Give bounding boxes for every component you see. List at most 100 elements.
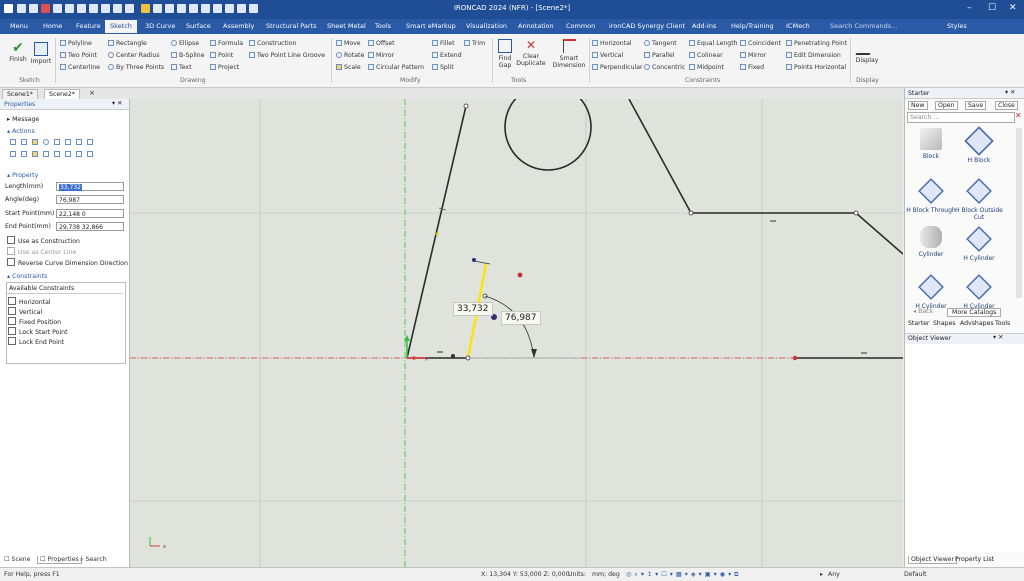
selection-filter[interactable]: Any	[828, 571, 840, 578]
mirror-constraint-button[interactable]: Mirror	[740, 52, 766, 59]
perpendicular-constraint-button[interactable]: Perpendicular	[592, 64, 643, 71]
catalog-item-h-cylinder-2[interactable]: H Cylinder	[905, 274, 957, 310]
coincident-constraint-button[interactable]: Coincident	[740, 40, 781, 47]
polyline-button[interactable]: Polyline	[60, 40, 92, 47]
tab-object-viewer[interactable]: Object Viewer	[908, 556, 958, 564]
constraint-lock-start[interactable]: Lock Start Point	[8, 327, 68, 336]
tab-tools[interactable]: Tools	[375, 22, 391, 30]
equal-length-constraint-button[interactable]: Equal Length	[689, 40, 738, 47]
tab-help-training[interactable]: Help/Training	[731, 22, 774, 30]
point-button[interactable]: Point	[210, 52, 233, 59]
bspline-button[interactable]: B-Spline	[171, 52, 205, 59]
style-selector[interactable]: Default	[904, 571, 927, 578]
tangent-constraint-button[interactable]: Tangent	[644, 40, 677, 47]
smart-dimension-button[interactable]: Smart Dimension	[550, 39, 588, 69]
tab-property-list[interactable]: Property List	[955, 556, 994, 563]
styles-menu[interactable]: Styles	[947, 22, 967, 30]
catalog-new-button[interactable]: New	[908, 101, 928, 110]
tab-visualization[interactable]: Visualization	[466, 22, 507, 30]
clear-duplicate-button[interactable]: ✕ Clear Duplicate	[516, 39, 546, 68]
sketch-viewport[interactable]: × x 33,732 76,987	[130, 99, 903, 567]
sketch-canvas[interactable]: × x	[130, 99, 903, 567]
ellipse-button[interactable]: Ellipse	[171, 40, 199, 47]
tab-feature[interactable]: Feature	[76, 22, 101, 30]
move-button[interactable]: Move	[336, 40, 361, 47]
bottom-tab-search[interactable]: ⌕ Search	[80, 556, 107, 564]
circle-tool-icon[interactable]	[43, 139, 49, 145]
tab-icmech[interactable]: ICMech	[786, 22, 810, 30]
find-gap-button[interactable]: Find Gap	[494, 39, 516, 69]
angle-dimension-label[interactable]: 76,987	[501, 311, 541, 325]
end-point-field[interactable]: 29,738 32,866	[56, 222, 124, 231]
catalog-tab-tools[interactable]: Tools	[995, 320, 1010, 327]
vertical-constraint-button[interactable]: Vertical	[592, 52, 623, 59]
close-tab-icon[interactable]: ×	[89, 89, 95, 97]
more-catalogs-button[interactable]: More Catalogs	[947, 308, 1002, 317]
catalog-search-input[interactable]: Search ...	[907, 112, 1015, 123]
mirror-button[interactable]: Mirror	[368, 52, 394, 59]
extend-tool-icon[interactable]	[21, 151, 27, 157]
bottom-tab-scene[interactable]: ☐ Scene	[4, 556, 30, 563]
concentric-constraint-button[interactable]: Concentric	[644, 64, 685, 71]
polyline-tool-icon[interactable]	[21, 139, 27, 145]
object-viewer-area[interactable]	[905, 344, 1024, 552]
catalog-item-h-cylinder[interactable]: H Cylinder	[953, 226, 1005, 262]
line-tool-icon[interactable]	[10, 139, 16, 145]
mirror-tool-icon[interactable]	[54, 151, 60, 157]
tab-menu[interactable]: Menu	[10, 22, 28, 30]
catalog-tab-advshapes[interactable]: Advshapes	[960, 320, 994, 327]
constraints-section[interactable]: ▴ Constraints	[7, 273, 47, 280]
close-button[interactable]: ✕	[1009, 3, 1017, 13]
maximize-button[interactable]: ☐	[988, 3, 996, 13]
catalog-pin-icon[interactable]: ▾ ✕	[1005, 89, 1015, 96]
colinear-constraint-button[interactable]: Colinear	[689, 52, 723, 59]
tab-synergy-client[interactable]: ironCAD Synergy Client	[609, 22, 685, 30]
catalog-save-button[interactable]: Save	[965, 101, 987, 110]
tab-smart-emarkup[interactable]: Smart eMarkup	[406, 22, 456, 30]
status-toolbar-icons[interactable]: ◎⌕▾↥▾☐▾▦▾◈▾▣▾◉▾⧉	[626, 571, 742, 579]
edit-dimension-button[interactable]: Edit Dimension	[786, 52, 841, 59]
tab-home[interactable]: Home	[43, 22, 62, 30]
catalog-item-cylinder[interactable]: Cylinder	[905, 226, 957, 258]
tab-annotation[interactable]: Annotation	[518, 22, 554, 30]
scale-button[interactable]: Scale	[336, 64, 361, 71]
minimize-button[interactable]: –	[967, 3, 972, 13]
catalog-item-block[interactable]: Block	[905, 128, 957, 160]
tab-structural-parts[interactable]: Structural Parts	[266, 22, 316, 30]
rectangle-tool-icon[interactable]	[32, 139, 38, 145]
split-button[interactable]: Split	[432, 64, 454, 71]
clear-search-icon[interactable]: ✕	[1015, 111, 1022, 120]
move-tool-icon[interactable]	[87, 151, 93, 157]
tangent-tool-icon[interactable]	[87, 139, 93, 145]
catalog-close-button[interactable]: Close	[995, 101, 1018, 110]
tab-add-ins[interactable]: Add-Ins	[692, 22, 716, 30]
property-section[interactable]: ▴ Property	[7, 172, 38, 179]
pin-icon[interactable]: ▾ ✕	[112, 100, 122, 107]
constraint-vertical[interactable]: Vertical	[8, 307, 42, 316]
catalog-open-button[interactable]: Open	[935, 101, 958, 110]
catalog-item-h-block-outside-cut[interactable]: H Block Outside Cut	[953, 178, 1005, 221]
formula-button[interactable]: Formula	[210, 40, 243, 47]
penetrating-point-button[interactable]: Penetrating Point	[786, 40, 847, 47]
two-point-button[interactable]: Two Point	[60, 52, 97, 59]
catalog-tab-starter[interactable]: Starter	[908, 320, 929, 327]
angle-field[interactable]: 76,987	[56, 195, 124, 204]
point-tool-icon[interactable]	[76, 139, 82, 145]
arc-tool-icon[interactable]	[54, 139, 60, 145]
project-button[interactable]: Project	[210, 64, 239, 71]
parallel-constraint-button[interactable]: Parallel	[644, 52, 675, 59]
circular-pattern-button[interactable]: Circular Pattern	[368, 64, 424, 71]
horizontal-constraint-button[interactable]: Horizontal	[592, 40, 632, 47]
tab-common[interactable]: Common	[566, 22, 595, 30]
center-radius-button[interactable]: Center Radius	[108, 52, 160, 59]
fixed-constraint-button[interactable]: Fixed	[740, 64, 764, 71]
constraint-fixed-position[interactable]: Fixed Position	[8, 317, 61, 326]
tab-surface[interactable]: Surface	[186, 22, 211, 30]
use-as-construction-checkbox[interactable]: Use as Construction	[7, 236, 80, 245]
centerline-button[interactable]: Centerline	[60, 64, 100, 71]
three-points-button[interactable]: By Three Points	[108, 64, 164, 71]
use-as-center-line-checkbox[interactable]: Use as Center Line	[7, 247, 76, 256]
catalog-back-button[interactable]: ◂ Back	[913, 308, 933, 315]
rectangle-button[interactable]: Rectangle	[108, 40, 147, 47]
points-horizontal-button[interactable]: Points Horizontal	[786, 64, 846, 71]
